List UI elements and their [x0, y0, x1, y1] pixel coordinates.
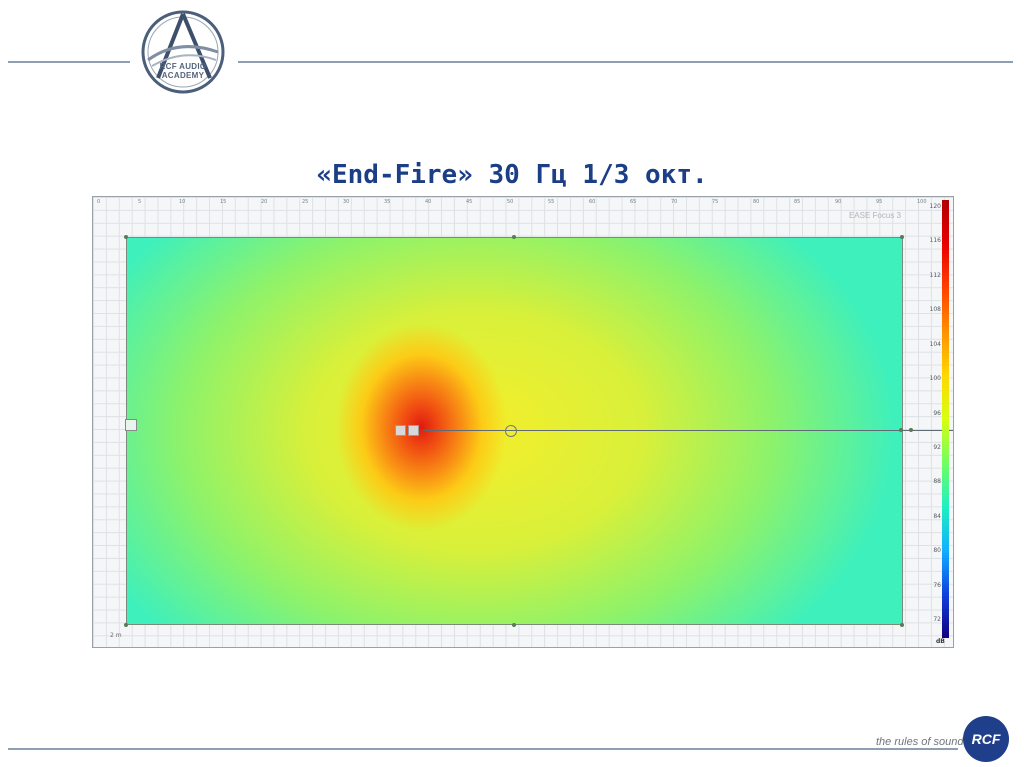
ruler-tick-label: 70 [671, 199, 678, 205]
field-corner-node[interactable] [124, 623, 128, 627]
listener-marker[interactable] [125, 419, 137, 431]
colorbar-tick-label: 112 [929, 271, 941, 279]
rcf-logo: RCF [963, 716, 1009, 762]
ruler-tick-label: 50 [507, 199, 514, 205]
colorbar-tick-label: 84 [933, 512, 941, 520]
field-corner-node[interactable] [900, 623, 904, 627]
footer-tagline: the rules of sound [876, 736, 964, 748]
subwoofer-source-1[interactable] [395, 425, 406, 436]
field-corner-node[interactable] [900, 235, 904, 239]
academy-logo: RCF AUDIO ACADEMY [138, 8, 228, 96]
ruler-tick-label: 85 [794, 199, 801, 205]
simulation-panel: 0 5 10 15 20 25 30 35 40 45 50 55 60 65 70 75 80 85 90 95 10… [92, 196, 954, 648]
ruler-tick-label: 45 [466, 199, 473, 205]
colorbar-tick-label: 116 [929, 237, 941, 245]
header-rule-left [8, 61, 130, 63]
ruler-tick-label: 25 [302, 199, 309, 205]
slide-title: «End-Fire» 30 Гц 1/3 окт. [316, 160, 708, 190]
field-mid-node[interactable] [512, 235, 516, 239]
ruler-tick-label: 75 [712, 199, 719, 205]
scale-label: 2 m [110, 632, 122, 639]
colorbar-tick-label: 100 [929, 375, 941, 383]
colorbar-tick-label: 88 [933, 478, 941, 486]
ruler-tick-label: 5 [138, 199, 142, 205]
axis-end-node[interactable] [909, 428, 913, 432]
colorbar-tick-label: 76 [933, 581, 941, 589]
colorbar-tick-label: 108 [929, 306, 941, 314]
ruler-tick-label: 95 [876, 199, 883, 205]
ruler-tick-label: 65 [630, 199, 637, 205]
ruler-tick-label: 35 [384, 199, 391, 205]
colorbar-tick-label: 80 [933, 547, 941, 555]
ruler-tick-label: 100 [917, 199, 927, 205]
logo-text-line2: ACADEMY [161, 71, 205, 80]
colorbar-tick-label: 120 [929, 203, 941, 210]
ruler-tick-label: 90 [835, 199, 842, 205]
ruler-tick-label: 15 [220, 199, 227, 205]
colorbar-tick-label: 92 [933, 443, 941, 451]
top-ruler: 0 5 10 15 20 25 30 35 40 45 50 55 60 65 70 75 80 85 90 95 10… [97, 199, 927, 207]
spl-colorbar [942, 200, 949, 638]
ruler-tick-label: 80 [753, 199, 760, 205]
colorbar-tick-label: 104 [929, 340, 941, 348]
ruler-tick-label: 40 [425, 199, 432, 205]
ruler-tick-label: 60 [589, 199, 596, 205]
logo-text-line1: RCF AUDIO [159, 62, 207, 71]
ruler-tick-label: 0 [97, 199, 101, 205]
software-watermark: EASE Focus 3 [848, 211, 901, 220]
header-rule-right [238, 61, 1013, 63]
colorbar-tick-label: 72 [933, 616, 941, 623]
field-corner-node[interactable] [124, 235, 128, 239]
ruler-tick-label: 55 [548, 199, 555, 205]
ruler-tick-label: 20 [261, 199, 268, 205]
measurement-probe[interactable] [505, 425, 517, 437]
ruler-tick-label: 30 [343, 199, 350, 205]
colorbar-unit: dB [936, 638, 945, 645]
colorbar-tick-label: 96 [933, 409, 941, 417]
field-mid-node[interactable] [512, 623, 516, 627]
measurement-axis-line [423, 430, 953, 431]
ruler-tick-label: 10 [179, 199, 186, 205]
academy-logo-icon [141, 10, 225, 94]
footer-rule [8, 748, 958, 750]
axis-end-node[interactable] [899, 428, 903, 432]
subwoofer-source-2[interactable] [408, 425, 419, 436]
